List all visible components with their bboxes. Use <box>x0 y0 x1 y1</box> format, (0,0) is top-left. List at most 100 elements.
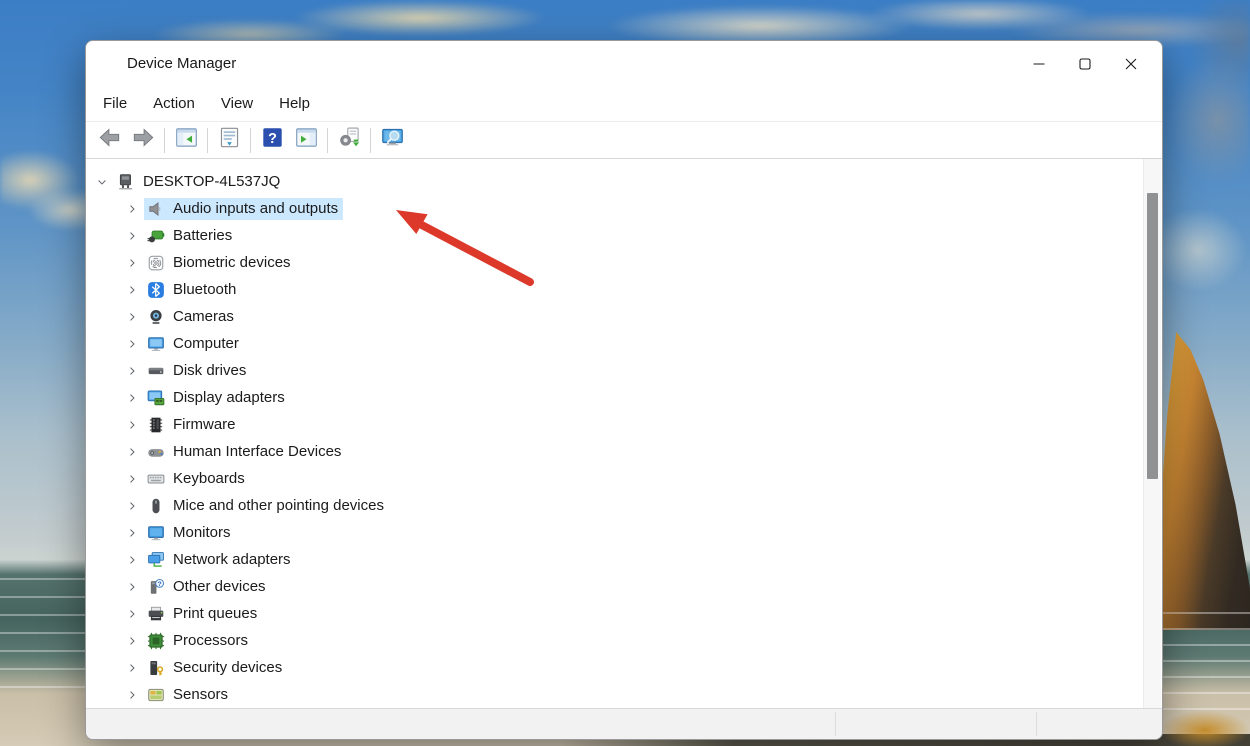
unknown-device-icon: ? <box>147 578 165 596</box>
chevron-right-icon[interactable] <box>124 687 140 703</box>
tree-item-body: Firmware <box>144 414 241 436</box>
sand-reflection <box>1160 700 1250 746</box>
toolbar-separator <box>250 128 251 153</box>
tree-item-label: Human Interface Devices <box>173 443 341 460</box>
chevron-right-icon[interactable] <box>124 471 140 487</box>
chevron-right-icon[interactable] <box>124 444 140 460</box>
tree-item-batteries[interactable]: Batteries <box>124 222 1143 249</box>
tree-item-network-adapters[interactable]: Network adapters <box>124 546 1143 573</box>
tree-item-cameras[interactable]: Cameras <box>124 303 1143 330</box>
mouse-icon <box>147 497 165 515</box>
chevron-right-icon[interactable] <box>124 579 140 595</box>
menu-file[interactable]: File <box>90 90 140 117</box>
battery-icon <box>147 227 165 245</box>
minimize-button[interactable] <box>1016 47 1062 81</box>
tree-item-monitors[interactable]: Monitors <box>124 519 1143 546</box>
computer-icon <box>117 173 135 191</box>
cliff-photo <box>1160 332 1250 630</box>
chevron-down-icon[interactable] <box>94 174 110 190</box>
tree-item-body: Monitors <box>144 522 236 544</box>
tree-item-disk-drives[interactable]: Disk drives <box>124 357 1143 384</box>
tree-item-biometric-devices[interactable]: Biometric devices <box>124 249 1143 276</box>
tree-item-other-devices[interactable]: ?Other devices <box>124 573 1143 600</box>
tree-item-display-adapters[interactable]: Display adapters <box>124 384 1143 411</box>
tree-item-security-devices[interactable]: Security devices <box>124 654 1143 681</box>
tree-item-body: Batteries <box>144 225 237 247</box>
console-tree-icon <box>175 126 198 154</box>
speaker-icon <box>147 200 165 218</box>
fingerprint-icon <box>147 254 165 272</box>
toolbar-action-pane-button[interactable] <box>289 125 323 155</box>
window-title: Device Manager <box>127 55 236 72</box>
menu-help[interactable]: Help <box>266 90 323 117</box>
close-button[interactable] <box>1108 47 1154 81</box>
chevron-right-icon[interactable] <box>124 390 140 406</box>
tree-item-computer[interactable]: Computer <box>124 330 1143 357</box>
forward-arrow-icon <box>132 126 155 154</box>
chevron-right-icon[interactable] <box>124 660 140 676</box>
disk-drive-icon <box>147 362 165 380</box>
toolbar-device-search-button[interactable] <box>375 125 409 155</box>
tree-item-body: Sensors <box>144 684 233 706</box>
help-icon: ? <box>261 126 284 154</box>
tree-item-body: DESKTOP-4L537JQ <box>114 171 285 193</box>
chevron-right-icon[interactable] <box>124 417 140 433</box>
toolbar-properties-button[interactable] <box>212 125 246 155</box>
keyboard-icon <box>147 470 165 488</box>
chevron-right-icon[interactable] <box>124 363 140 379</box>
toolbar-console-tree-button[interactable] <box>169 125 203 155</box>
chevron-right-icon[interactable] <box>124 228 140 244</box>
ocean-waves <box>0 578 86 698</box>
tree-item-body: Mice and other pointing devices <box>144 495 389 517</box>
tree-item-print-queues[interactable]: Print queues <box>124 600 1143 627</box>
chevron-right-icon[interactable] <box>124 498 140 514</box>
tree-item-label: Disk drives <box>173 362 246 379</box>
tree-item-human-interface-devices[interactable]: Human Interface Devices <box>124 438 1143 465</box>
back-arrow-icon <box>98 126 121 154</box>
tree-item-keyboards[interactable]: Keyboards <box>124 465 1143 492</box>
toolbar-forward-arrow-button[interactable] <box>126 125 160 155</box>
tree-item-sensors[interactable]: Sensors <box>124 681 1143 708</box>
chevron-right-icon[interactable] <box>124 525 140 541</box>
tree-item-mice-and-other-pointing-devices[interactable]: Mice and other pointing devices <box>124 492 1143 519</box>
properties-icon <box>218 126 241 154</box>
tree-item-bluetooth[interactable]: Bluetooth <box>124 276 1143 303</box>
vertical-scrollbar[interactable] <box>1143 159 1161 710</box>
scrollbar-thumb[interactable] <box>1147 193 1158 479</box>
gamepad-icon <box>147 443 165 461</box>
menu-bar: FileActionViewHelp <box>86 86 1162 122</box>
tree-item-label: Security devices <box>173 659 282 676</box>
chevron-right-icon[interactable] <box>124 201 140 217</box>
ocean-waves <box>1160 612 1250 712</box>
toolbar-scan-hardware-changes-button[interactable] <box>332 125 366 155</box>
tree-item-label: Keyboards <box>173 470 245 487</box>
tree-item-desktop-4l537jq[interactable]: DESKTOP-4L537JQ <box>94 168 1143 195</box>
toolbar-back-arrow-button[interactable] <box>92 125 126 155</box>
device-tree: DESKTOP-4L537JQAudio inputs and outputs B… <box>86 159 1143 710</box>
tree-item-audio-inputs-and-outputs[interactable]: Audio inputs and outputs <box>124 195 1143 222</box>
chevron-right-icon[interactable] <box>124 309 140 325</box>
tree-item-firmware[interactable]: Firmware <box>124 411 1143 438</box>
tree-item-body: Processors <box>144 630 253 652</box>
chevron-right-icon[interactable] <box>124 282 140 298</box>
chevron-right-icon[interactable] <box>124 606 140 622</box>
tree-item-label: Mice and other pointing devices <box>173 497 384 514</box>
toolbar-help-button[interactable]: ? <box>255 125 289 155</box>
titlebar[interactable]: Device Manager <box>86 41 1162 86</box>
statusbar-divider <box>835 712 836 736</box>
printer-icon <box>147 605 165 623</box>
tree-item-label: Monitors <box>173 524 231 541</box>
menu-action[interactable]: Action <box>140 90 208 117</box>
tree-item-body: Bluetooth <box>144 279 241 301</box>
chevron-right-icon[interactable] <box>124 255 140 271</box>
chevron-right-icon[interactable] <box>124 336 140 352</box>
tree-item-label: Display adapters <box>173 389 285 406</box>
menu-view[interactable]: View <box>208 90 266 117</box>
maximize-button[interactable] <box>1062 47 1108 81</box>
chevron-right-icon[interactable] <box>124 552 140 568</box>
chevron-right-icon[interactable] <box>124 633 140 649</box>
tree-item-label: Computer <box>173 335 239 352</box>
tree-item-processors[interactable]: Processors <box>124 627 1143 654</box>
tree-item-body: Cameras <box>144 306 239 328</box>
computer-monitor-icon <box>147 335 165 353</box>
